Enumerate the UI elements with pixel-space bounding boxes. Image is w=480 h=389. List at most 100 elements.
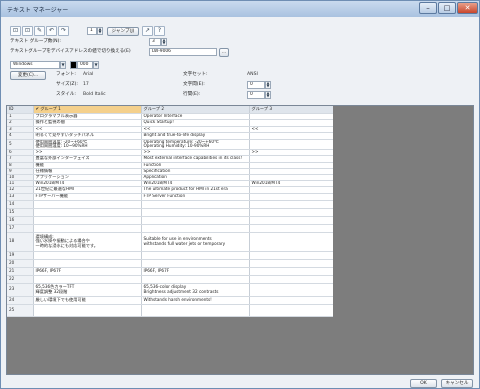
text-cell-group-2[interactable]: Withstands harsh environments! [141,296,250,305]
text-cell-group-1[interactable]: 明るくて見やすいタッチパネル [33,132,142,140]
text-cell-group-1[interactable]: IP66F, IP67F [33,267,142,276]
jump-row-spinner[interactable]: ▲ ▼ [97,27,103,35]
text-cell-group-3[interactable] [249,267,334,276]
chevron-down-icon[interactable]: ▼ [93,61,99,69]
text-cell-group-3[interactable] [249,132,334,140]
edit-icon[interactable]: ✎ [34,26,45,36]
jump-button[interactable]: ジャンプ(J) [107,27,139,36]
text-cell-group-2[interactable]: 65,536-color display Brightness adjustme… [141,283,250,297]
address-browse-button[interactable]: ... [219,48,229,57]
minimize-button[interactable]: – [419,2,437,14]
text-cell-group-2[interactable]: IP66F, IP67F [141,267,250,276]
text-cell-group-3[interactable] [249,259,334,268]
text-cell-group-2[interactable] [141,304,250,317]
text-cell-group-2[interactable] [141,251,250,260]
text-cell-group-1[interactable] [33,304,142,317]
column-header-id[interactable]: ID [7,106,34,114]
column-header-group-3[interactable]: グループ 3 [249,106,334,114]
table-row[interactable]: 13 FTPサーバー機能 FTP Server Function [7,193,334,201]
text-cell-group-2[interactable]: Suitable for use in environments withsta… [141,232,250,252]
text-cell-group-1[interactable]: 豊富な外部インターフェイス [33,155,142,163]
table-row[interactable]: 4 明るくて見やすいタッチパネル Bright and true-to-life d… [7,132,334,140]
table-row[interactable]: 20 [7,259,334,268]
table-row[interactable]: 15 [7,208,334,217]
text-cell-group-2[interactable] [141,259,250,268]
title-bar[interactable]: テキスト マネージャー – □ ✕ [1,1,479,17]
table-row[interactable]: 21 IP66F, IP67F IP66F, IP67F [7,267,334,276]
text-cell-group-2[interactable] [141,275,250,284]
table-row[interactable]: 16 [7,216,334,225]
text-cell-group-1[interactable]: 厳しい環境下でも使用可能 [33,296,142,305]
undo-icon[interactable]: ↶ [46,26,57,36]
table-row[interactable]: 14 [7,200,334,209]
table-row[interactable]: 12 21世紀に最適なHMI The ultimate product for HM… [7,186,334,194]
export-icon[interactable]: ⊡ [22,26,33,36]
table-row[interactable]: 7 豊富な外部インターフェイス Most external interface ca… [7,155,334,163]
text-cell-group-3[interactable] [249,216,334,225]
text-cell-group-3[interactable] [249,251,334,260]
table-row[interactable]: 23 65,536色カラーTFT 輝度調整 32段階 65,536-color di… [7,283,334,297]
chevron-down-icon[interactable]: ▼ [60,61,66,69]
text-cell-group-3[interactable] [249,200,334,209]
text-cell-group-2[interactable]: FTP Server Function [141,193,250,201]
jump-row-input[interactable]: 1 [87,27,97,35]
text-cell-group-2[interactable]: The ultimate product for HMI in 21st era [141,186,250,194]
column-header-group-1[interactable]: ✔ グループ 1 [33,106,142,114]
text-cell-group-1[interactable] [33,259,142,268]
text-cell-group-1[interactable]: 環境構成: 強い水掛や振動による場合や 一時的な浸水にも対応可能です。 [33,232,142,252]
text-cell-group-2[interactable]: Quick Startup! [141,119,250,127]
text-cell-group-1[interactable] [33,275,142,284]
group-count-input[interactable]: 3 [149,38,161,46]
text-cell-group-2[interactable]: Bright and true-to-life display [141,132,250,140]
close-button[interactable]: ✕ [457,2,478,14]
text-cell-group-3[interactable] [249,224,334,233]
import-icon[interactable]: ⊡ [10,26,21,36]
maximize-button[interactable]: □ [438,2,456,14]
redo-icon[interactable]: ↷ [58,26,69,36]
text-cell-group-2[interactable]: Operating temperature: -20~+60℃ Operatin… [141,139,250,150]
spacing-spinner[interactable]: ▲ ▼ [265,81,271,89]
text-cell-group-3[interactable] [249,193,334,201]
text-cell-group-2[interactable] [141,208,250,217]
line-spacing-spinner[interactable]: ▲ ▼ [265,91,271,99]
table-row[interactable]: 17 [7,224,334,233]
change-font-button[interactable]: 変更(C)... [10,71,46,80]
color-select[interactable]: 000 [77,61,93,69]
text-cell-group-1[interactable]: 使用周囲温度: -20~+60℃ 使用周囲湿度: 10~90%RH [33,139,142,150]
text-cell-group-3[interactable] [249,296,334,305]
text-cell-group-1[interactable]: 操作と監視の間 [33,119,142,127]
window-select[interactable]: Windows [10,61,60,69]
text-cell-group-1[interactable]: FTPサーバー機能 [33,193,142,201]
ok-button[interactable]: OK [410,379,437,388]
text-cell-group-3[interactable] [249,232,334,252]
cancel-button[interactable]: キャンセル [441,379,473,388]
address-input[interactable]: LW-9006 [149,48,217,56]
text-cell-group-1[interactable] [33,251,142,260]
text-cell-group-2[interactable] [141,224,250,233]
text-cell-group-3[interactable] [249,283,334,297]
spacing-input[interactable]: 0 [247,81,265,89]
text-cell-group-1[interactable] [33,224,142,233]
text-cell-group-1[interactable] [33,200,142,209]
column-header-group-2[interactable]: グループ 2 [141,106,250,114]
line-spacing-input[interactable]: 0 [247,91,265,99]
text-cell-group-3[interactable] [249,155,334,163]
text-cell-group-1[interactable] [33,208,142,217]
text-cell-group-3[interactable] [249,119,334,127]
text-cell-group-3[interactable] [249,186,334,194]
text-cell-group-2[interactable] [141,200,250,209]
table-row[interactable]: 25 [7,304,334,317]
text-cell-group-3[interactable] [249,275,334,284]
table-row[interactable]: 24 厳しい環境下でも使用可能 Withstands harsh environme… [7,296,334,305]
table-row[interactable]: 5 使用周囲温度: -20~+60℃ 使用周囲湿度: 10~90%RH Operat… [7,139,334,150]
table-row[interactable]: 19 [7,251,334,260]
text-cell-group-3[interactable] [249,139,334,150]
text-cell-group-1[interactable]: 21世紀に最適なHMI [33,186,142,194]
find-icon[interactable]: ↗ [142,26,153,36]
help-icon[interactable]: ? [154,26,165,36]
text-cell-group-3[interactable] [249,208,334,217]
text-cell-group-1[interactable] [33,216,142,225]
text-cell-group-3[interactable] [249,304,334,317]
text-cell-group-1[interactable]: 65,536色カラーTFT 輝度調整 32段階 [33,283,142,297]
table-row[interactable]: 2 操作と監視の間 Quick Startup! [7,119,334,127]
